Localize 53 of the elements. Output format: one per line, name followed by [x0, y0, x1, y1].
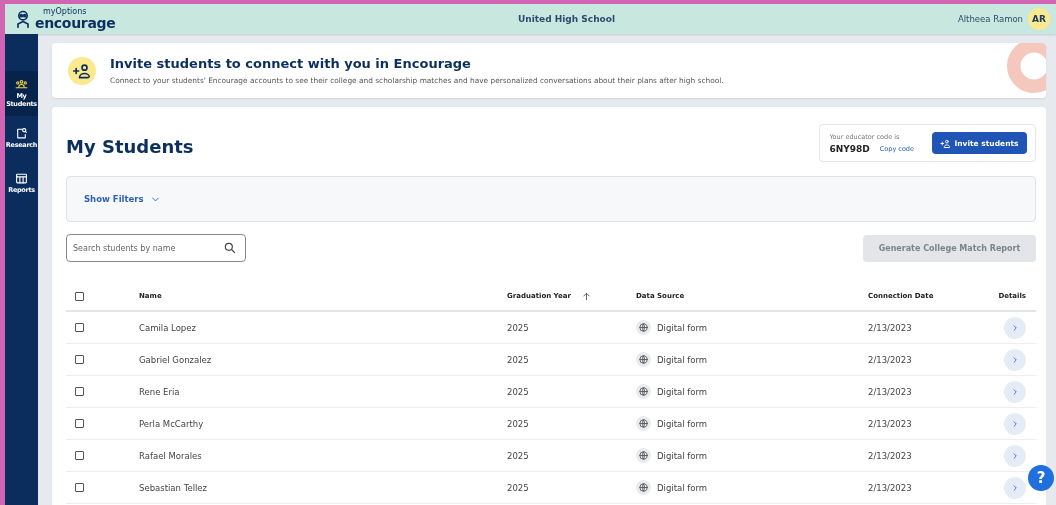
checkbox[interactable]	[75, 419, 84, 428]
globe-icon	[636, 416, 651, 431]
graduation-year: 2025	[507, 450, 529, 461]
globe-icon	[636, 448, 651, 463]
search-field[interactable]: Search students by name	[66, 234, 246, 262]
data-source: Digital form	[657, 322, 708, 333]
globe-icon	[636, 320, 651, 335]
globe-icon	[636, 480, 651, 495]
user-avatar[interactable]: AR	[1028, 8, 1050, 30]
help-button[interactable]: ?	[1028, 465, 1054, 491]
student-name: Sebastian Tellez	[139, 482, 208, 493]
checkbox[interactable]	[75, 483, 84, 492]
checkbox[interactable]	[75, 323, 84, 332]
table-icon	[15, 172, 28, 186]
checkbox[interactable]	[75, 387, 84, 396]
document-search-icon	[15, 127, 28, 141]
banner-title: Invite students to connect with you in Encourage	[110, 56, 472, 71]
connection-date: 2/13/2023	[868, 386, 912, 397]
connection-date: 2/13/2023	[868, 450, 912, 461]
student-name: Gabriel Gonzalez	[139, 354, 212, 365]
data-source: Digital form	[657, 386, 708, 397]
student-name: Rafael Morales	[139, 450, 202, 461]
graduation-year: 2025	[507, 386, 529, 397]
connection-date: 2/13/2023	[868, 418, 912, 429]
logo-tagline: myOptions	[43, 8, 88, 16]
globe-icon	[636, 384, 651, 399]
checkbox[interactable]	[75, 355, 84, 364]
add-person-icon	[940, 137, 952, 149]
data-source: Digital form	[657, 354, 708, 365]
logo-wordmark: encourage	[35, 16, 116, 30]
globe-icon	[636, 352, 651, 367]
data-source: Digital form	[657, 450, 708, 461]
data-source: Digital form	[657, 482, 708, 493]
educator-code: 6NY98D	[829, 143, 870, 154]
student-name: Camila Lopez	[139, 322, 196, 333]
checkbox[interactable]	[75, 451, 84, 460]
data-source: Digital form	[657, 418, 708, 429]
student-name: Rene Eria	[139, 386, 180, 397]
graduation-year: 2025	[507, 322, 529, 333]
show-filters-button[interactable]: Show Filters	[84, 193, 161, 205]
graduation-year: 2025	[507, 418, 529, 429]
user-name[interactable]: Altheea Ramon	[957, 14, 1023, 24]
school-name: United High School	[516, 14, 617, 24]
connection-date: 2/13/2023	[868, 322, 912, 333]
page-title: My Students	[66, 136, 194, 157]
connection-date: 2/13/2023	[868, 354, 912, 365]
checkbox[interactable]	[75, 291, 84, 301]
graduation-year: 2025	[507, 482, 529, 493]
connection-date: 2/13/2023	[868, 482, 912, 493]
student-name: Perla McCarthy	[139, 418, 204, 429]
search-icon	[223, 241, 237, 255]
graduation-year: 2025	[507, 354, 529, 365]
add-person-icon	[68, 56, 96, 85]
